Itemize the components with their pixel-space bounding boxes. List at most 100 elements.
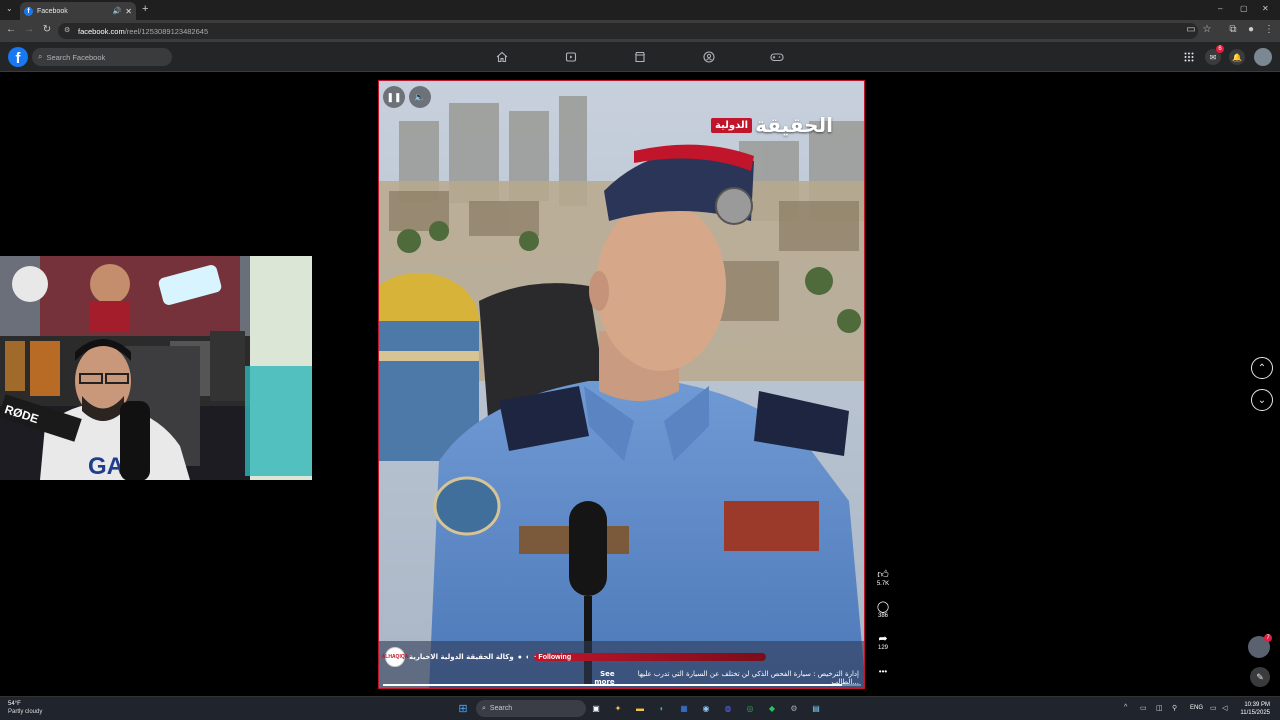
file-explorer-icon[interactable]: ▬: [633, 701, 647, 715]
like-button[interactable]: 👍︎ 5.7K: [873, 569, 893, 587]
search-icon: ⌕: [38, 52, 43, 61]
url-field[interactable]: ⚙ facebook.com/reel/1253089123482645: [58, 23, 1198, 39]
search-placeholder: Search Facebook: [46, 52, 106, 62]
windows-taskbar: 54°F Partly cloudy ⊞ ⌕ Search ▣ ✦ ▬ ◐ ▦ …: [0, 696, 1280, 720]
clock-date: 11/15/2025: [1240, 710, 1270, 716]
tray-icon[interactable]: ▭: [1140, 704, 1147, 712]
search-icon: ⌕: [482, 704, 486, 712]
tab-list-icon[interactable]: ⌄: [6, 4, 13, 13]
following-label[interactable]: · Following: [534, 654, 571, 661]
weather-widget[interactable]: 54°F Partly cloudy: [8, 700, 42, 716]
forward-icon[interactable]: →: [22, 24, 36, 35]
previous-reel-button[interactable]: ⌃: [1251, 357, 1273, 379]
tray-chevron-icon[interactable]: ^: [1124, 704, 1127, 711]
browser-tab-bar: ⌄ f Facebook 🔊 ✕ + – ▢ ✕: [0, 0, 1280, 20]
browser-address-bar: ← → ↻ ⚙ facebook.com/reel/12530891234826…: [0, 20, 1280, 42]
weather-temperature: 54°F: [8, 701, 21, 707]
pause-button[interactable]: ❚❚: [383, 86, 405, 108]
facebook-header: f ⌕ Search Facebook ✉ 6 🔔: [0, 42, 1280, 72]
store-icon[interactable]: ▦: [677, 701, 691, 715]
marketplace-icon[interactable]: [632, 50, 648, 64]
notepad-icon[interactable]: ▤: [809, 701, 823, 715]
volume-button[interactable]: 🔈: [409, 86, 431, 108]
channel-watermark-sub: الدولية: [711, 117, 753, 133]
taskbar-search-placeholder: Search: [489, 705, 513, 712]
settings-gear-icon[interactable]: ⚙: [787, 701, 801, 715]
close-tab-icon[interactable]: ✕: [125, 7, 132, 16]
url-path: /reel/1253089123482645: [124, 26, 209, 36]
tab-facebook[interactable]: f Facebook 🔊 ✕: [20, 2, 136, 20]
messenger-icon[interactable]: ✉ 6: [1205, 45, 1224, 65]
streamer-webcam: GAM RØDE: [0, 256, 312, 480]
reload-icon[interactable]: ↻: [40, 24, 54, 35]
chrome-icon[interactable]: ◎: [743, 701, 757, 715]
clock-time: 10:39 PM: [1244, 702, 1270, 708]
new-message-button[interactable]: ✎: [1250, 667, 1270, 687]
menu-icon[interactable]: ⋮: [1262, 24, 1276, 35]
minimize-icon[interactable]: –: [1218, 4, 1222, 13]
close-window-icon[interactable]: ✕: [1262, 4, 1269, 13]
facebook-logo[interactable]: f: [8, 47, 28, 67]
extensions-icon[interactable]: ⧉: [1226, 24, 1240, 35]
weather-condition: Partly cloudy: [8, 709, 43, 715]
comment-button[interactable]: ◯ 386: [873, 601, 893, 619]
tray-icon[interactable]: ⚲: [1172, 704, 1177, 712]
verified-icon: ●: [517, 653, 522, 661]
facebook-favicon-icon: f: [24, 6, 33, 16]
steam-icon[interactable]: ◉: [699, 701, 713, 715]
gaming-icon[interactable]: [769, 50, 785, 64]
language-indicator[interactable]: ENG: [1190, 705, 1203, 711]
reel-progress-bar[interactable]: [383, 684, 861, 686]
video-frame: [379, 81, 864, 688]
like-icon: 👍︎: [877, 569, 889, 581]
share-button[interactable]: ➦ 129: [873, 633, 893, 651]
taskbar-clock[interactable]: 10:39 PM 11/15/2025: [1240, 701, 1270, 717]
volume-icon[interactable]: ◁: [1222, 704, 1227, 712]
copilot-icon[interactable]: ✦: [611, 701, 625, 715]
menu-grid-icon[interactable]: [1181, 49, 1197, 65]
share-icon: ➦: [878, 633, 888, 645]
more-options-button[interactable]: •••: [873, 667, 893, 676]
edge-icon[interactable]: ◐: [655, 701, 669, 715]
chat-avatar[interactable]: 7: [1248, 634, 1272, 658]
discord-icon[interactable]: ◍: [721, 701, 735, 715]
task-view-icon[interactable]: ▣: [589, 701, 603, 715]
channel-watermark-main: الحقيقة: [755, 113, 833, 137]
network-icon[interactable]: ▭: [1210, 704, 1217, 712]
taskbar-search[interactable]: ⌕ Search: [476, 700, 586, 717]
webcam-frame: GAM RØDE: [0, 256, 312, 480]
new-tab-button[interactable]: +: [142, 3, 148, 15]
app-icon[interactable]: ◆: [765, 701, 779, 715]
speaker-icon[interactable]: 🔊: [113, 7, 122, 15]
like-count: 5.7K: [876, 581, 890, 587]
profile-avatar[interactable]: [1254, 48, 1272, 66]
url-host: facebook.com: [78, 26, 125, 36]
cast-icon[interactable]: ▭: [1184, 24, 1198, 35]
tray-icon[interactable]: ◫: [1156, 704, 1163, 712]
author-name[interactable]: وكالة الحقيقة الدولية الاخبارية: [409, 653, 514, 661]
video-icon[interactable]: [563, 50, 579, 64]
notifications-bell-icon[interactable]: 🔔: [1229, 49, 1245, 65]
reel-progress-fill: [383, 684, 842, 686]
windows-start-icon[interactable]: ⊞: [456, 701, 470, 715]
facebook-search-input[interactable]: ⌕ Search Facebook: [32, 48, 172, 66]
tab-title: Facebook: [37, 7, 68, 15]
comment-count: 386: [877, 613, 888, 619]
reel-author-row: ALHAQIQA وكالة الحقيقة الدولية الاخبارية…: [382, 647, 765, 667]
comment-icon: ◯: [876, 601, 890, 613]
site-info-icon[interactable]: ⚙: [64, 26, 70, 34]
globe-icon: ◐: [525, 653, 531, 661]
home-icon[interactable]: [494, 50, 510, 64]
next-reel-button[interactable]: ⌄: [1251, 389, 1273, 411]
back-icon[interactable]: ←: [4, 24, 18, 35]
messenger-badge: 6: [1216, 45, 1224, 53]
chat-badge: 7: [1264, 634, 1272, 642]
reel-video[interactable]: ❚❚ 🔈 الحقيقة الدولية ALHAQIQA وكالة الحق…: [378, 80, 865, 689]
maximize-icon[interactable]: ▢: [1240, 4, 1248, 13]
bookmark-star-icon[interactable]: ☆: [1200, 24, 1214, 35]
share-count: 129: [877, 645, 888, 651]
channel-watermark: الحقيقة الدولية: [711, 113, 833, 137]
author-avatar[interactable]: ALHAQIQA: [382, 647, 408, 667]
groups-icon[interactable]: [701, 50, 717, 64]
profile-icon[interactable]: ●: [1244, 24, 1258, 35]
